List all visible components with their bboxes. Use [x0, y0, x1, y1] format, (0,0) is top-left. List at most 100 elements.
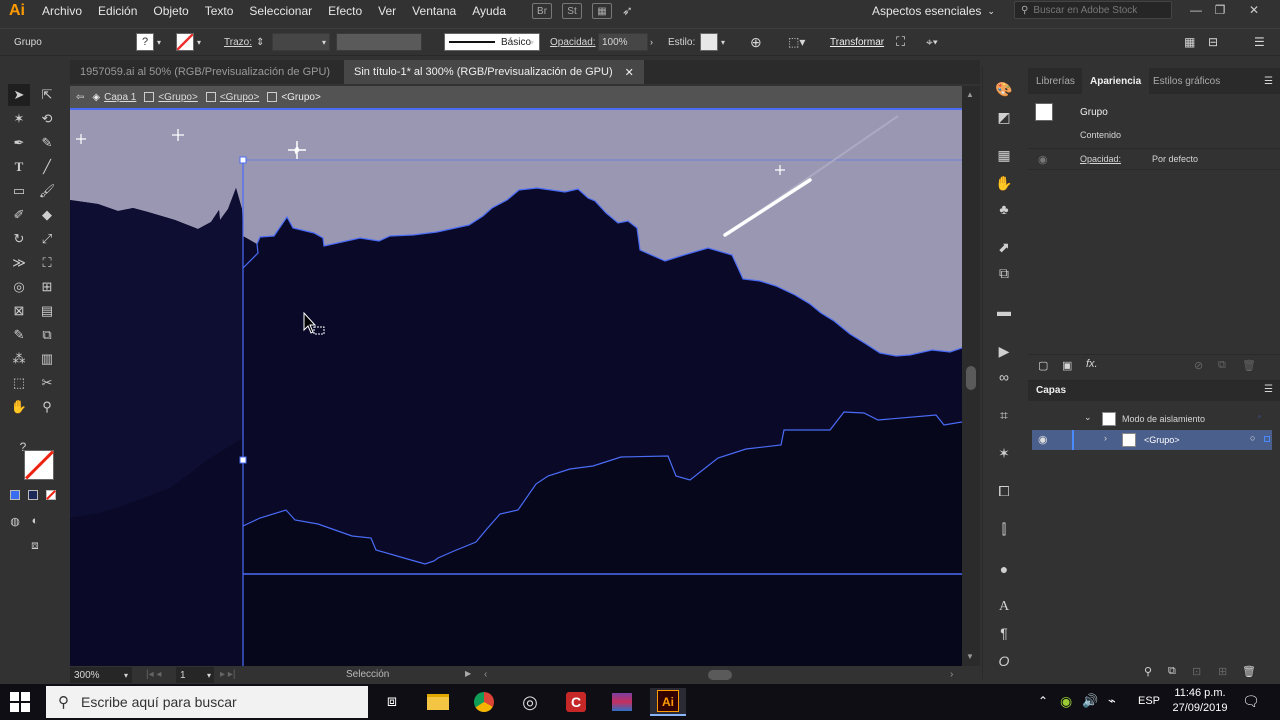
- stroke-swatch[interactable]: ▾: [176, 33, 201, 51]
- new-layer-icon[interactable]: ⊞: [1218, 665, 1227, 678]
- breadcrumb-layer[interactable]: ◈ Capa 1: [92, 92, 136, 103]
- artboard-number-field[interactable]: 1 ▾: [176, 667, 214, 683]
- winrar-icon[interactable]: [604, 688, 640, 716]
- zoom-field[interactable]: 300% ▾: [70, 667, 132, 683]
- layer-row-group[interactable]: ◉ › <Grupo> ○: [1032, 430, 1272, 450]
- recolor-artwork-icon[interactable]: ⊕: [750, 33, 762, 51]
- actions-icon[interactable]: ▶: [991, 340, 1017, 362]
- export-icon[interactable]: ⬈: [991, 236, 1017, 258]
- rotate-tool-icon[interactable]: ↻: [8, 228, 30, 250]
- clipping-mask-icon[interactable]: ⧉: [1168, 665, 1176, 678]
- stroke-weight-field[interactable]: ▾: [272, 33, 330, 51]
- gpu-performance-icon[interactable]: ➶: [622, 3, 633, 19]
- rectangle-tool-icon[interactable]: ▭: [8, 180, 30, 202]
- symbol-sprayer-icon[interactable]: ⁂: [8, 348, 30, 370]
- menu-ver[interactable]: Ver: [370, 0, 404, 22]
- locate-object-icon[interactable]: ⚲: [1144, 665, 1152, 678]
- pathfinder-icon[interactable]: ⧠: [991, 480, 1017, 502]
- fx-icon[interactable]: fx.: [1086, 358, 1098, 370]
- envelope-icon[interactable]: ⌖▾: [926, 33, 938, 51]
- stroke-box-icon[interactable]: [24, 450, 54, 480]
- chrome-icon[interactable]: [466, 688, 502, 716]
- artwork[interactable]: [70, 108, 962, 666]
- layers-title[interactable]: Capas: [1036, 385, 1066, 396]
- obs-icon[interactable]: ◎: [512, 688, 548, 716]
- delete-item-icon[interactable]: 🗑: [1242, 359, 1256, 372]
- swatches-icon[interactable]: ▦: [991, 144, 1017, 166]
- new-sublayer-icon[interactable]: ⊡: [1192, 665, 1201, 678]
- back-arrow-icon[interactable]: ⇦: [76, 92, 84, 103]
- panel-options-icon[interactable]: ⊟: [1208, 33, 1218, 51]
- chevron-right-icon[interactable]: ›: [650, 33, 653, 51]
- close-icon[interactable]: ✕: [625, 66, 634, 79]
- stock-search-input[interactable]: ⚲ Buscar en Adobe Stock: [1014, 1, 1172, 19]
- links-icon[interactable]: ∞: [991, 366, 1017, 388]
- panel-arrange-icon[interactable]: ▦: [1184, 33, 1195, 51]
- menu-archivo[interactable]: Archivo: [34, 0, 90, 22]
- brush-definition[interactable]: Básico: [444, 33, 540, 51]
- status-menu-icon[interactable]: ▶: [465, 669, 471, 678]
- panel-menu-icon[interactable]: ☰: [1264, 76, 1273, 87]
- brushes-icon[interactable]: ✋: [991, 172, 1017, 194]
- blend-tool-icon[interactable]: ⧉: [36, 324, 58, 346]
- pen-tool-icon[interactable]: ✒: [8, 132, 30, 154]
- illustrator-taskbar-icon[interactable]: Ai: [650, 688, 686, 716]
- opacity-label[interactable]: Opacidad:: [1080, 154, 1121, 164]
- menu-ayuda[interactable]: Ayuda: [464, 0, 514, 22]
- menu-edicion[interactable]: Edición: [90, 0, 145, 22]
- file-explorer-icon[interactable]: [420, 688, 456, 716]
- taskbar-search-input[interactable]: ⚲ Escribe aquí para buscar: [46, 686, 368, 718]
- tab-1957059[interactable]: 1957059.ai al 50% (RGB/Previsualización …: [70, 60, 340, 84]
- appearance-opacity-row[interactable]: ◉ Opacidad: Por defecto: [1028, 148, 1280, 170]
- tab-apariencia[interactable]: Apariencia: [1082, 68, 1150, 94]
- collapse-chevron-icon[interactable]: ⌄: [1084, 412, 1092, 423]
- selection-indicator[interactable]: [1264, 436, 1270, 442]
- clock[interactable]: 11:46 p.m. 27/09/2019: [1168, 686, 1232, 716]
- menu-objeto[interactable]: Objeto: [145, 0, 196, 22]
- scroll-down-icon[interactable]: ▼: [966, 652, 974, 661]
- color-panel-icon[interactable]: 🎨: [991, 78, 1017, 100]
- tab-librerias[interactable]: Librerías: [1028, 68, 1083, 94]
- target-icon[interactable]: ○: [1250, 433, 1255, 443]
- bounding-handle[interactable]: [239, 456, 247, 464]
- character-icon[interactable]: A: [991, 596, 1017, 618]
- app-c-icon[interactable]: C: [558, 688, 594, 716]
- clear-appearance-icon[interactable]: ⊘: [1194, 359, 1203, 372]
- menu-ventana[interactable]: Ventana: [404, 0, 464, 22]
- add-stroke-icon[interactable]: ▢: [1038, 359, 1048, 372]
- column-graph-icon[interactable]: ▥: [36, 348, 58, 370]
- artboard-tool-icon[interactable]: ⬚: [8, 372, 30, 394]
- scroll-left-icon[interactable]: ‹: [484, 669, 487, 680]
- shaper-tool-icon[interactable]: ✐: [8, 204, 30, 226]
- eyedropper-icon[interactable]: ✎: [8, 324, 30, 346]
- stroke-stepper[interactable]: ⇕: [256, 33, 264, 51]
- gradient-tool-icon[interactable]: ▤: [36, 300, 58, 322]
- magic-wand-icon[interactable]: ✶: [8, 108, 30, 130]
- add-fill-icon[interactable]: ▣: [1062, 359, 1072, 372]
- shape-builder-icon[interactable]: ◎: [8, 276, 30, 298]
- vertical-scrollbar[interactable]: ▲ ▼: [962, 86, 980, 666]
- bounding-handle[interactable]: [239, 156, 247, 164]
- restore-icon[interactable]: ❐: [1208, 0, 1232, 20]
- line-tool-icon[interactable]: ╱: [36, 156, 58, 178]
- symbols-icon[interactable]: ♣: [991, 198, 1017, 220]
- scroll-thumb[interactable]: [966, 366, 976, 390]
- bridge-icon[interactable]: Br: [532, 3, 553, 19]
- magic-wand-panel-icon[interactable]: ✶: [991, 442, 1017, 464]
- screen-mode-icon[interactable]: ⧈: [24, 534, 46, 556]
- type-tool-icon[interactable]: T: [8, 156, 30, 178]
- close-icon[interactable]: ✕: [1242, 0, 1266, 20]
- breadcrumb-group-2[interactable]: <Grupo>: [205, 92, 259, 103]
- horizontal-scroll-thumb[interactable]: [708, 670, 732, 680]
- breadcrumb-group-1[interactable]: <Grupo>: [144, 92, 198, 103]
- arrange-icon[interactable]: ▦: [592, 3, 613, 19]
- free-transform-icon[interactable]: ⛶: [36, 252, 58, 274]
- menu-seleccionar[interactable]: Seleccionar: [241, 0, 320, 22]
- tab-estilos-graficos[interactable]: Estilos gráficos: [1145, 68, 1228, 94]
- opacity-field[interactable]: 100%: [598, 33, 648, 51]
- control-menu-icon[interactable]: ☰: [1254, 33, 1265, 51]
- menu-efecto[interactable]: Efecto: [320, 0, 370, 22]
- align-options-icon[interactable]: ⬚▾: [788, 33, 805, 51]
- scale-tool-icon[interactable]: ⤢: [36, 228, 58, 250]
- expand-chevron-icon[interactable]: ›: [1104, 433, 1107, 443]
